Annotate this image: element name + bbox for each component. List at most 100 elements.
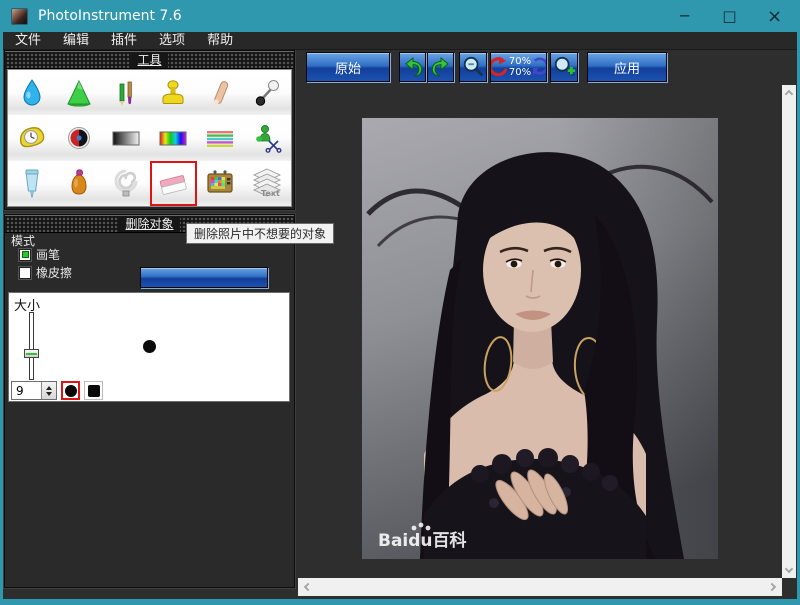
eraser-label: 橡皮擦 <box>36 264 72 281</box>
vertical-scrollbar[interactable] <box>782 85 796 578</box>
scroll-up-button[interactable] <box>782 88 796 100</box>
menu-bar: 文件 编辑 插件 选项 帮助 <box>3 32 797 50</box>
stepper-down-icon[interactable] <box>46 392 52 396</box>
clear-button[interactable] <box>140 267 268 288</box>
redo-button[interactable] <box>427 52 454 82</box>
tools-grid: Text <box>7 69 292 207</box>
eraser-mode-checkbox-row[interactable]: 橡皮擦 <box>19 264 72 281</box>
eraser-icon <box>156 168 190 198</box>
melting-clock-icon <box>16 123 48 153</box>
tool-grayscale-gradient[interactable] <box>102 115 149 160</box>
chevron-left-icon <box>304 583 312 591</box>
rainbow-gradient-icon <box>157 123 189 153</box>
tool-bottle[interactable] <box>55 161 102 206</box>
size-value[interactable]: 9 <box>12 382 41 399</box>
cone-icon <box>64 78 94 108</box>
zoom-percent-top: 70% <box>509 56 531 67</box>
menu-plugins[interactable]: 插件 <box>111 32 137 50</box>
square-brush-icon <box>88 385 100 397</box>
tube-icon <box>17 167 47 199</box>
pencil-brush-icon <box>111 78 141 108</box>
size-panel: 大小 9 <box>8 292 290 402</box>
tool-tv-noise[interactable] <box>197 161 244 206</box>
zoom-out-icon <box>461 55 485 79</box>
brush-checkbox[interactable] <box>19 249 31 261</box>
size-stepper[interactable] <box>41 382 56 399</box>
tool-red-eye[interactable] <box>55 115 102 160</box>
size-spinbox[interactable]: 9 <box>11 381 57 400</box>
tools-panel-title: 工具 <box>131 53 167 68</box>
app-window: PhotoInstrument 7.6 ─ □ × 文件 编辑 插件 选项 帮助… <box>0 0 800 605</box>
eraser-checkbox[interactable] <box>19 267 31 279</box>
figure-scissors-icon <box>251 123 283 153</box>
minimize-button[interactable]: ─ <box>662 0 707 32</box>
rotate-right-icon <box>533 57 546 77</box>
app-icon <box>11 8 28 25</box>
chevron-down-icon <box>785 565 793 573</box>
grayscale-gradient-icon <box>110 123 142 153</box>
tool-figure-scissors[interactable] <box>244 115 291 160</box>
spiral-bulb-icon <box>111 167 141 199</box>
horizontal-scrollbar[interactable] <box>298 578 782 596</box>
original-button[interactable]: 原始 <box>306 52 390 82</box>
clone-stamp-icon <box>157 78 189 108</box>
brush-shape-square-button[interactable] <box>84 381 103 400</box>
circle-brush-icon <box>65 385 77 397</box>
chevron-right-icon <box>768 583 776 591</box>
tool-melting-clock[interactable] <box>8 115 55 160</box>
menu-help[interactable]: 帮助 <box>207 32 233 50</box>
scrollbar-corner <box>782 578 796 596</box>
tool-finger-smudge[interactable] <box>197 70 244 115</box>
scroll-down-button[interactable] <box>782 563 796 575</box>
finger-icon <box>205 78 235 108</box>
tool-clone-stamp[interactable] <box>150 70 197 115</box>
close-button[interactable]: × <box>752 0 797 32</box>
redo-icon <box>430 56 452 78</box>
chevron-up-icon <box>785 90 793 98</box>
tool-molecule[interactable] <box>244 70 291 115</box>
brush-size-preview-dot <box>143 340 156 353</box>
tool-color-lines[interactable] <box>197 115 244 160</box>
brush-shape-circle-button[interactable] <box>61 381 80 400</box>
menu-file[interactable]: 文件 <box>15 32 41 50</box>
rotate-zoom-button[interactable]: 70% 70% <box>490 52 547 82</box>
red-eye-icon <box>64 123 94 153</box>
text-layers-label: Text <box>261 189 280 198</box>
brush-mode-checkbox-row[interactable]: 画笔 <box>19 246 60 263</box>
text-layers-icon: Text <box>250 167 284 199</box>
undo-icon <box>402 56 424 78</box>
tool-tube[interactable] <box>8 161 55 206</box>
brush-checkmark <box>22 251 29 258</box>
watermark: Baidu百科 <box>378 530 467 551</box>
scroll-right-button[interactable] <box>766 578 778 596</box>
tool-eraser[interactable] <box>150 161 197 206</box>
menu-options[interactable]: 选项 <box>159 32 185 50</box>
tool-pencil-brush[interactable] <box>102 70 149 115</box>
zoom-out-button[interactable] <box>459 52 487 82</box>
maximize-button[interactable]: □ <box>707 0 752 32</box>
brush-label: 画笔 <box>36 246 60 263</box>
tool-rainbow-gradient[interactable] <box>150 115 197 160</box>
menu-edit[interactable]: 编辑 <box>63 32 89 50</box>
stepper-up-icon[interactable] <box>46 386 52 390</box>
photo-image[interactable]: Baidu百科 <box>362 118 718 559</box>
size-slider-thumb[interactable] <box>24 349 39 358</box>
scroll-left-button[interactable] <box>302 578 314 596</box>
tooltip: 删除照片中不想要的对象 <box>186 223 334 244</box>
color-lines-icon <box>204 123 236 153</box>
molecule-icon <box>252 78 282 108</box>
tool-text-layers[interactable]: Text <box>244 161 291 206</box>
bottle-icon <box>64 167 94 199</box>
tool-spiral-bulb[interactable] <box>102 161 149 206</box>
rotate-left-icon <box>491 56 507 78</box>
tool-water-drop[interactable] <box>8 70 55 115</box>
tool-cone[interactable] <box>55 70 102 115</box>
size-label: 大小 <box>14 295 40 314</box>
zoom-percent-bottom: 70% <box>509 67 531 78</box>
apply-button[interactable]: 应用 <box>587 52 667 82</box>
undo-button[interactable] <box>399 52 426 82</box>
size-slider-track[interactable] <box>29 312 34 380</box>
delete-panel-title: 删除对象 <box>119 217 179 232</box>
zoom-in-button[interactable] <box>550 52 578 82</box>
zoom-in-icon <box>552 55 576 79</box>
